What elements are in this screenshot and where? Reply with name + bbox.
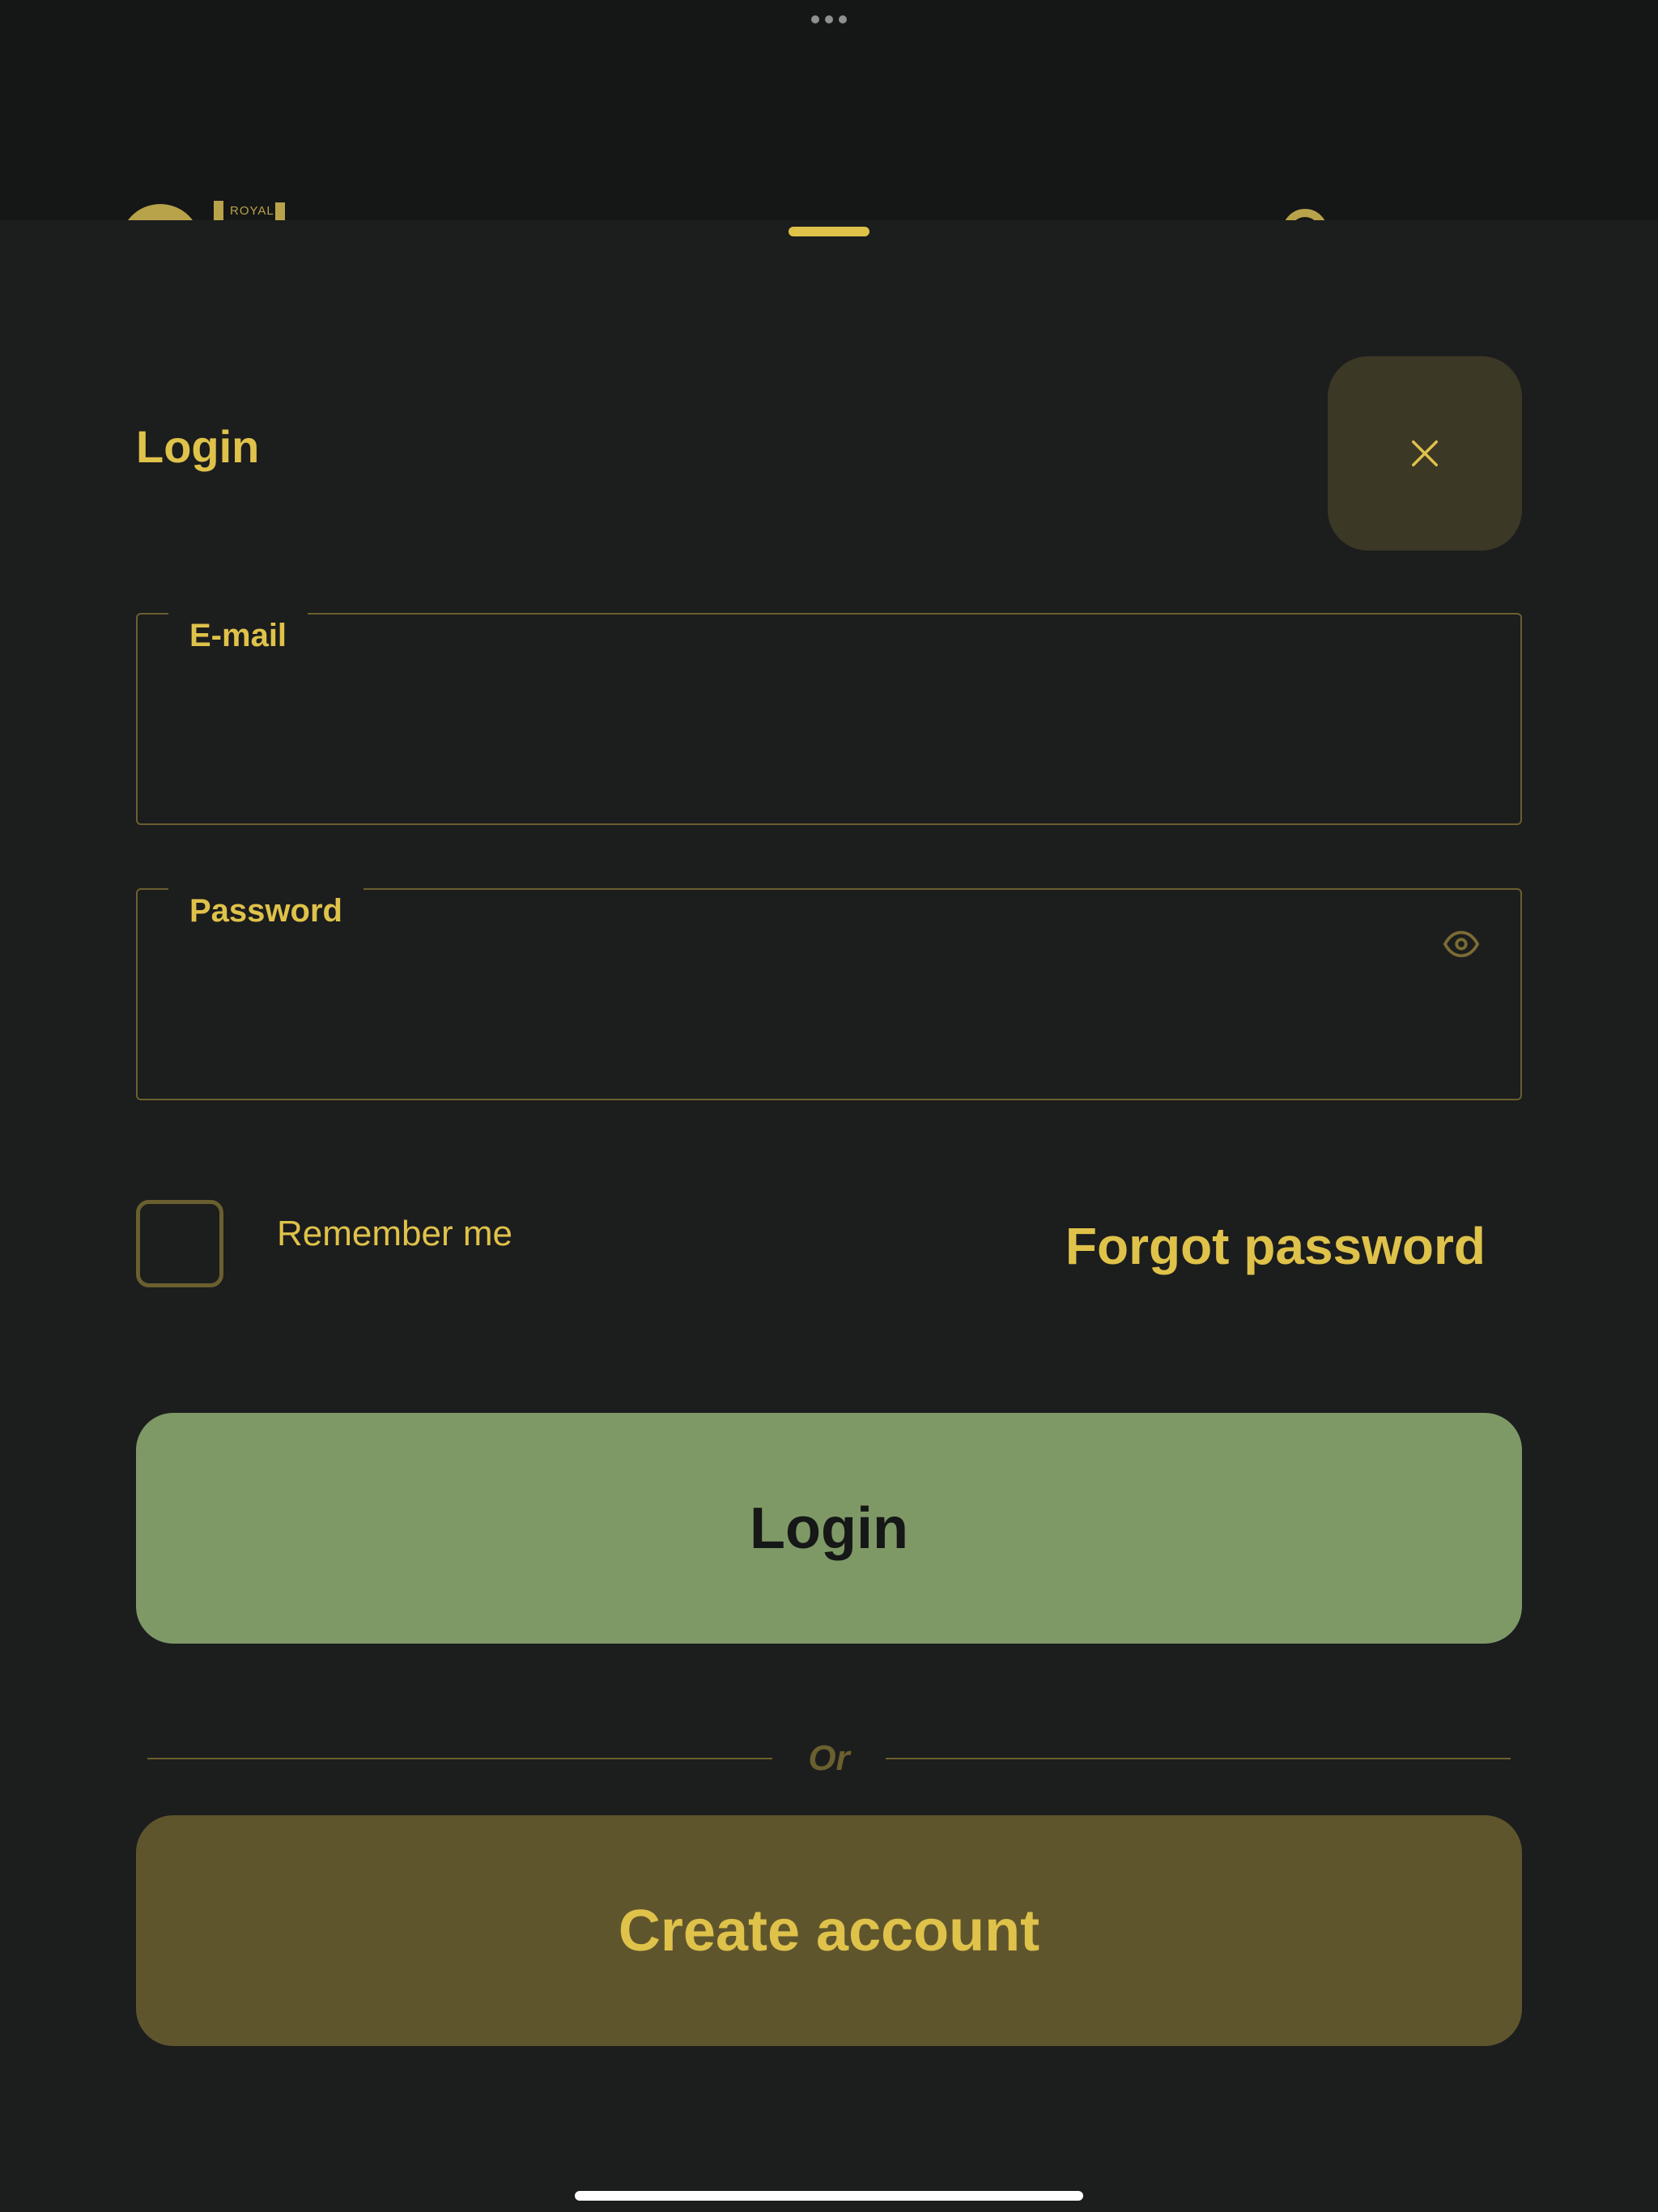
dot	[825, 15, 833, 23]
show-password-button[interactable]	[1443, 925, 1480, 963]
email-input[interactable]	[186, 704, 1401, 768]
forgot-password-link[interactable]: Forgot password	[1065, 1218, 1486, 1275]
login-button[interactable]: Login	[136, 1413, 1522, 1644]
dot	[811, 15, 819, 23]
login-sheet: Login E-mail Password Remember me Forgot…	[0, 220, 1658, 2212]
email-label: E-mail	[168, 613, 308, 658]
dot	[839, 15, 847, 23]
brand-text: ROYAL	[230, 204, 274, 218]
eye-icon	[1443, 930, 1480, 958]
email-field[interactable]: E-mail	[136, 613, 1522, 825]
create-account-button[interactable]: Create account	[136, 1815, 1522, 2046]
divider-line	[886, 1758, 1511, 1759]
password-field[interactable]: Password	[136, 888, 1522, 1100]
sheet-grabber[interactable]	[789, 227, 869, 236]
password-label: Password	[168, 888, 363, 934]
remember-me-label: Remember me	[277, 1214, 512, 1253]
page-title: Login	[136, 421, 260, 472]
password-input[interactable]	[186, 979, 1401, 1044]
close-button[interactable]	[1328, 356, 1522, 551]
multitasking-dots[interactable]	[811, 15, 847, 24]
or-divider: Or	[147, 1734, 1511, 1783]
remember-me-checkbox[interactable]	[136, 1200, 223, 1287]
home-indicator[interactable]	[575, 2191, 1083, 2201]
close-icon	[1412, 440, 1438, 466]
